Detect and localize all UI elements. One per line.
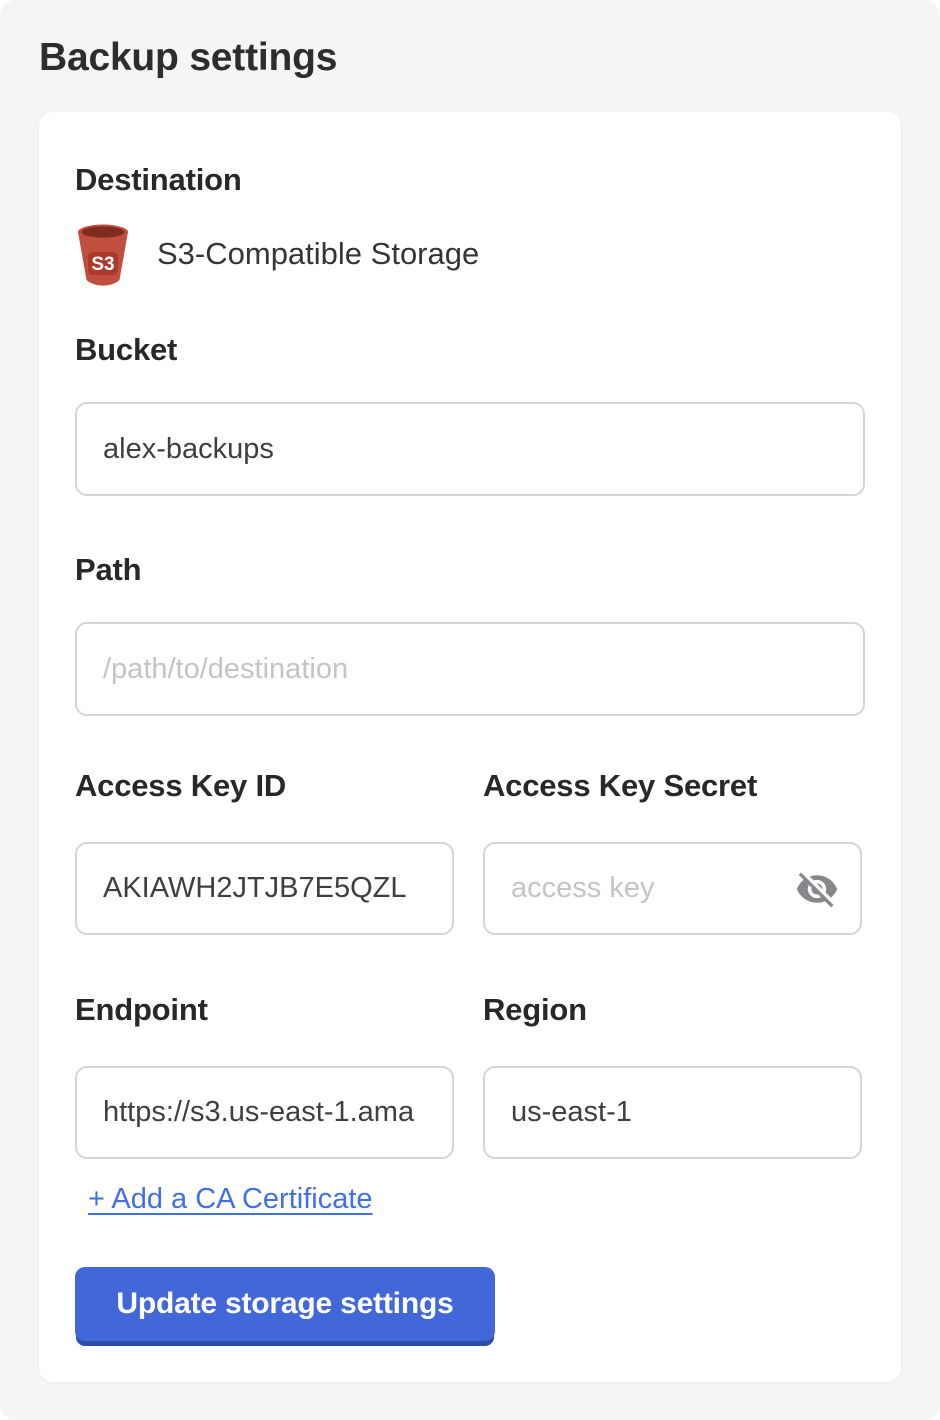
bucket-input[interactable] [75, 402, 865, 496]
backup-settings-page: Backup settings Destination S3 S3-Compat… [0, 0, 940, 1420]
destination-label: Destination [75, 162, 865, 198]
access-key-secret-label: Access Key Secret [483, 768, 862, 804]
access-key-labels-row: Access Key ID Access Key Secret [75, 768, 865, 842]
settings-card: Destination S3 S3-Compatible Storage Buc… [39, 112, 901, 1382]
access-key-secret-field [483, 842, 862, 935]
path-input[interactable] [75, 622, 865, 716]
region-label: Region [483, 992, 862, 1028]
destination-value: S3-Compatible Storage [157, 236, 479, 272]
page-title: Backup settings [0, 0, 940, 80]
update-storage-settings-button[interactable]: Update storage settings [75, 1267, 495, 1341]
eye-off-icon [795, 867, 839, 911]
destination-value-row: S3 S3-Compatible Storage [75, 222, 865, 286]
svg-text:S3: S3 [91, 254, 114, 275]
access-key-id-input[interactable] [75, 842, 454, 935]
bucket-label: Bucket [75, 332, 865, 368]
endpoint-label: Endpoint [75, 992, 454, 1028]
access-key-id-label: Access Key ID [75, 768, 454, 804]
add-ca-certificate-link[interactable]: + Add a CA Certificate [88, 1181, 373, 1217]
path-label: Path [75, 552, 865, 588]
region-input[interactable] [483, 1066, 862, 1159]
access-key-inputs-row [75, 842, 865, 935]
s3-bucket-icon: S3 [75, 222, 131, 286]
toggle-secret-visibility-button[interactable] [794, 866, 840, 912]
endpoint-region-labels-row: Endpoint Region [75, 992, 865, 1066]
endpoint-input[interactable] [75, 1066, 454, 1159]
endpoint-region-inputs-row [75, 1066, 865, 1159]
